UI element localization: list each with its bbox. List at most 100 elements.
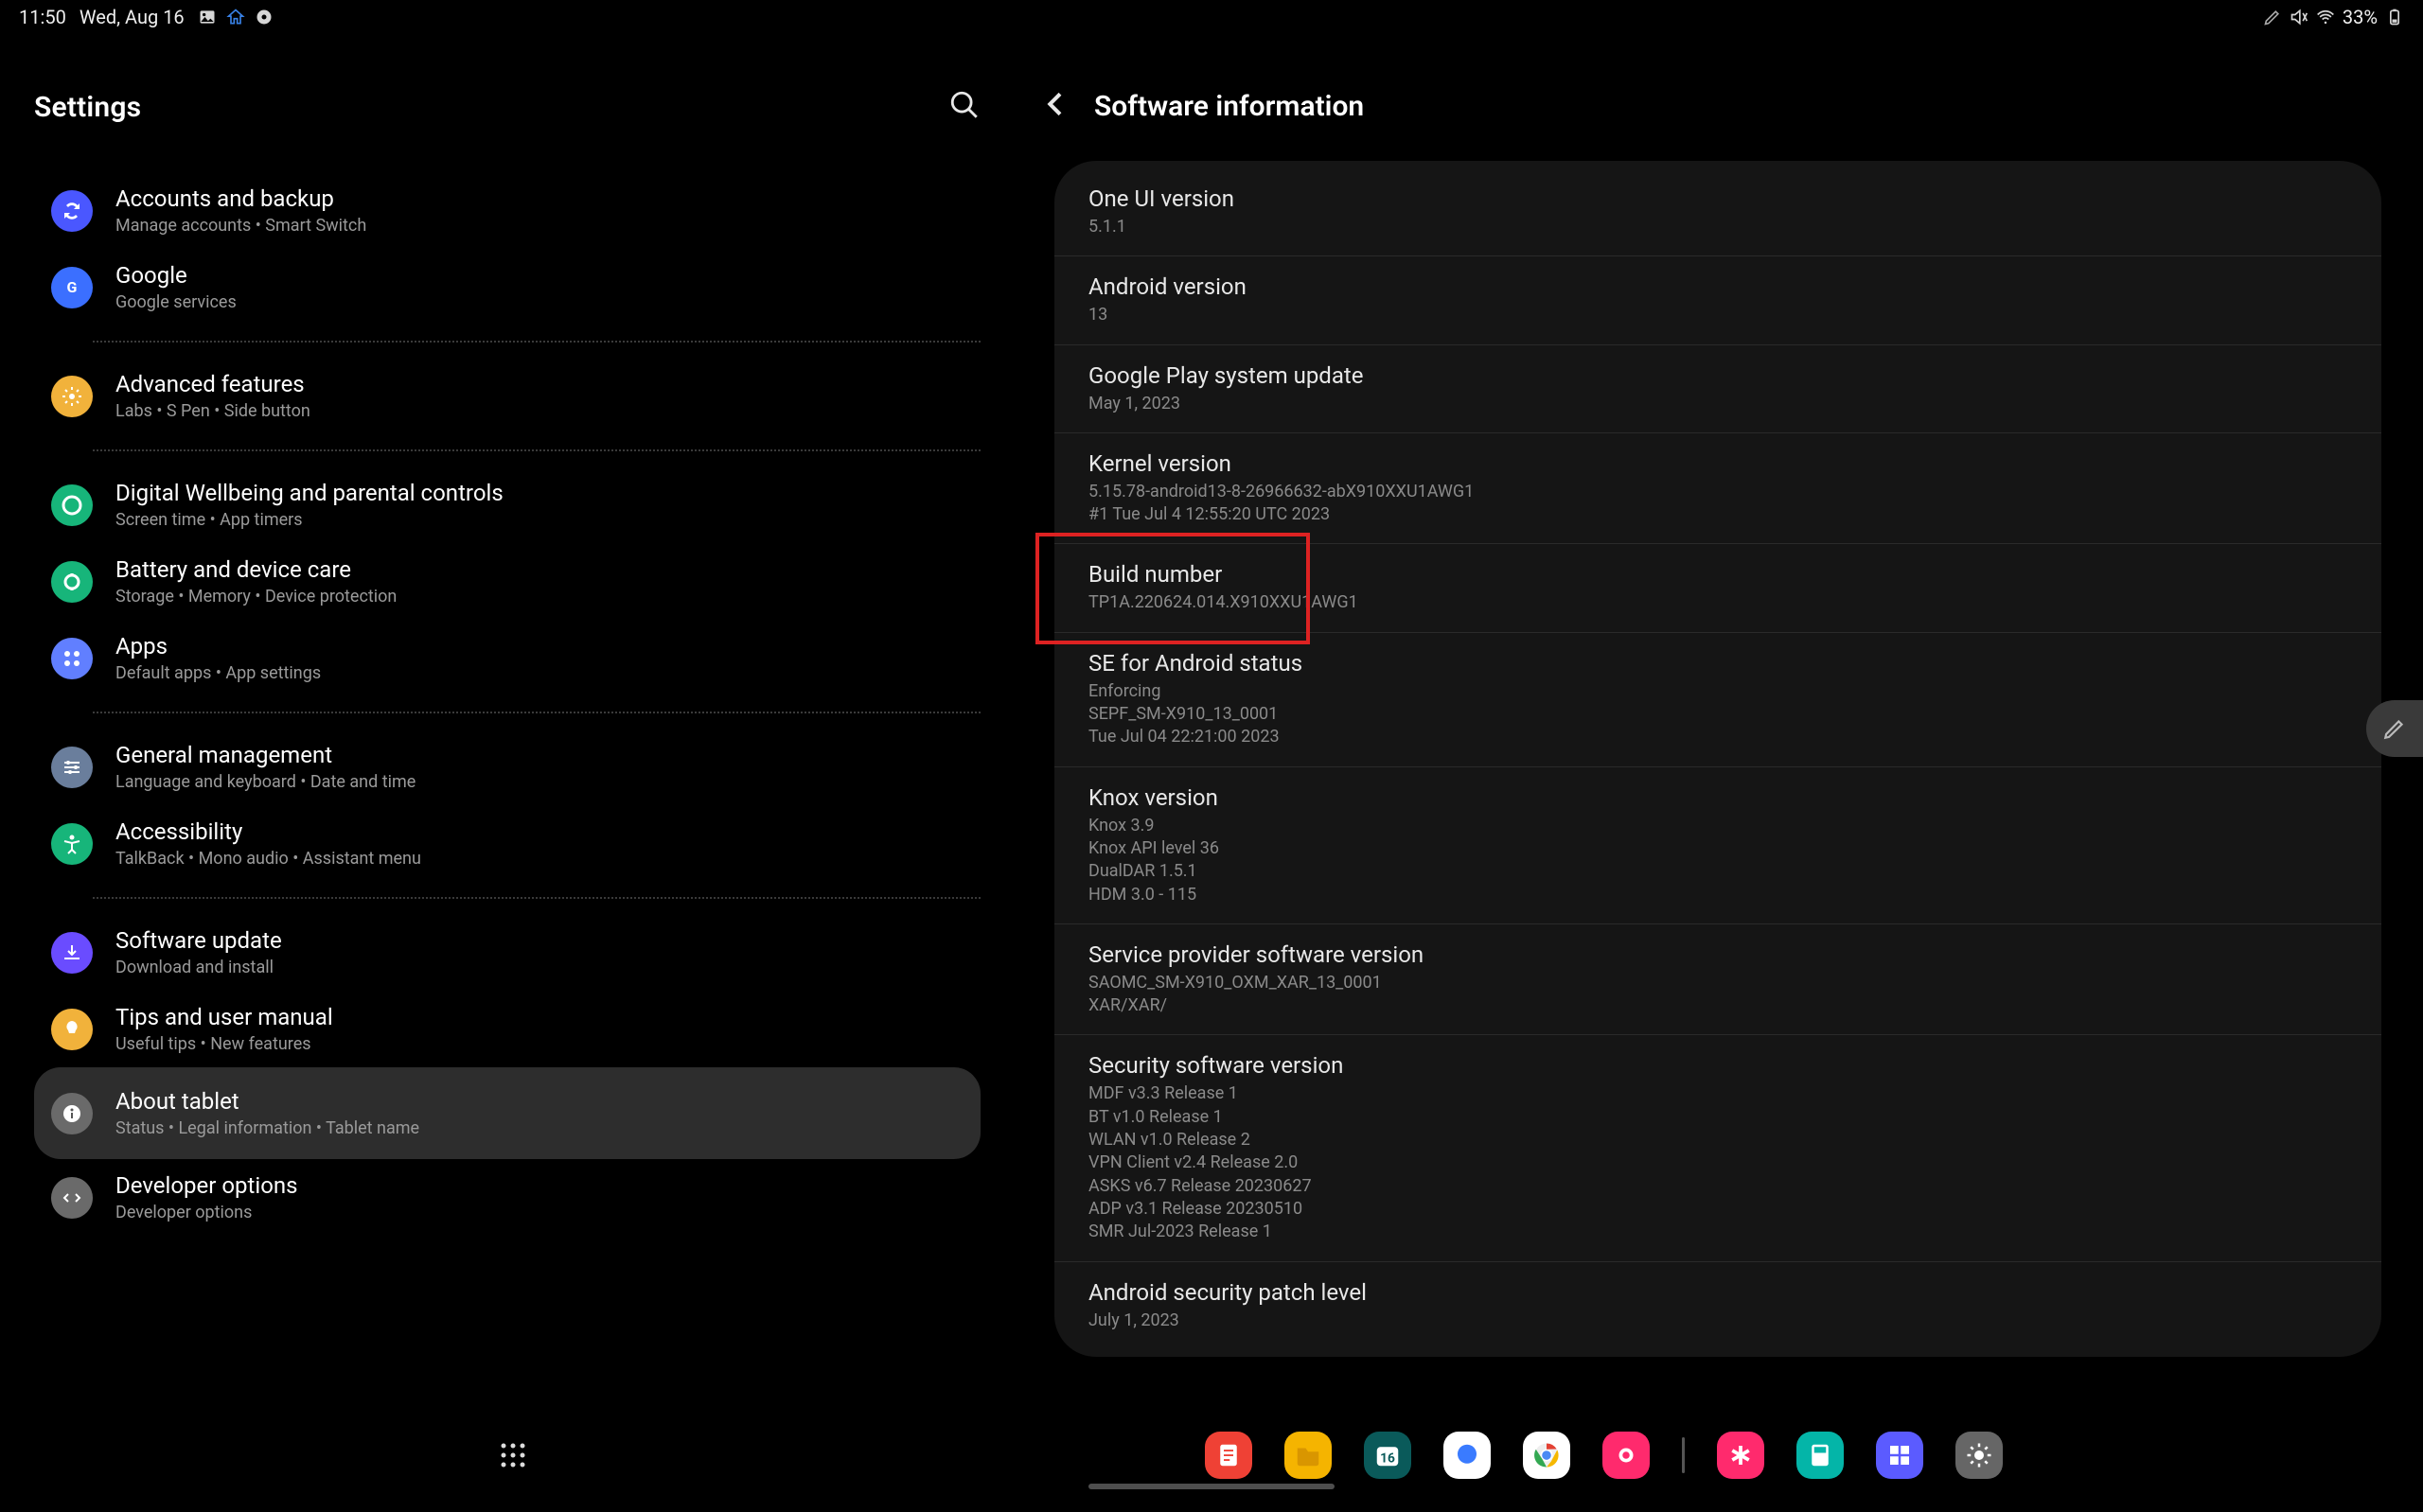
row-title: Kernel version — [1088, 450, 2347, 477]
settings-title: Settings — [34, 91, 141, 124]
item-title: Accounts and backup — [115, 185, 366, 212]
item-title: Apps — [115, 633, 321, 659]
item-subtitle: Useful tips • New features — [115, 1034, 333, 1054]
row-title: Knox version — [1088, 784, 2347, 811]
item-title: Software update — [115, 927, 282, 954]
info-row-kernel-version[interactable]: Kernel version 5.15.78-android13-8-269666… — [1054, 433, 2381, 545]
settings-item-advanced-features[interactable]: Advanced features Labs • S Pen • Side but… — [34, 358, 981, 434]
apps-icon — [51, 638, 93, 679]
item-title: Google — [115, 262, 237, 289]
item-subtitle: Default apps • App settings — [115, 663, 321, 683]
info-row-android-security-patch-level[interactable]: Android security patch levelJuly 1, 2023 — [1054, 1262, 2381, 1349]
svg-text:16: 16 — [1380, 1451, 1395, 1467]
item-subtitle: Status • Legal information • Tablet name — [115, 1118, 419, 1138]
item-title: Tips and user manual — [115, 1004, 333, 1030]
row-value: TP1A.220624.014.X910XXU1AWG1 — [1088, 591, 2347, 614]
notification-home-icon — [226, 8, 245, 26]
row-title: Build number — [1088, 561, 2347, 588]
item-title: About tablet — [115, 1088, 419, 1115]
nav-handle[interactable] — [1088, 1484, 1335, 1489]
row-title: Security software version — [1088, 1052, 2347, 1079]
row-title: Google Play system update — [1088, 362, 2347, 389]
info-row-knox-version[interactable]: Knox version Knox 3.9 Knox API level 36 D… — [1054, 767, 2381, 924]
battery-icon — [2385, 8, 2404, 26]
info-row-one-ui-version[interactable]: One UI version 5.1.1 — [1054, 168, 2381, 256]
item-subtitle: Google services — [115, 292, 237, 312]
status-time: 11:50 — [19, 6, 66, 28]
battery-percent: 33% — [2343, 6, 2378, 28]
dock-app-messages[interactable] — [1443, 1432, 1491, 1479]
divider — [93, 897, 981, 899]
wellbeing-icon — [51, 484, 93, 526]
settings-item-tips-and-user-manual[interactable]: Tips and user manual Useful tips • New fe… — [34, 991, 981, 1067]
row-title: Android version — [1088, 273, 2347, 300]
settings-item-google[interactable]: G Google Google services — [34, 249, 981, 325]
pen-icon — [2263, 8, 2282, 26]
row-value: 5.1.1 — [1088, 216, 2347, 238]
wifi-icon — [2316, 8, 2335, 26]
item-subtitle: Screen time • App timers — [115, 510, 504, 530]
item-subtitle: TalkBack • Mono audio • Assistant menu — [115, 849, 421, 869]
item-subtitle: Storage • Memory • Device protection — [115, 587, 397, 607]
settings-item-software-update[interactable]: Software update Download and install — [34, 914, 981, 991]
item-subtitle: Download and install — [115, 958, 282, 977]
dock-recent-asterisk[interactable] — [1717, 1432, 1764, 1479]
info-row-service-provider-software-version[interactable]: Service provider software versionSAOMC_S… — [1054, 924, 2381, 1036]
dock-recent-grid[interactable] — [1876, 1432, 1923, 1479]
gear-icon — [51, 376, 93, 417]
divider — [93, 712, 981, 713]
settings-item-apps[interactable]: Apps Default apps • App settings — [34, 620, 981, 696]
info-row-build-number[interactable]: Build number TP1A.220624.014.X910XXU1AWG1 — [1054, 544, 2381, 632]
svg-text:G: G — [67, 278, 78, 296]
dev-icon — [51, 1177, 93, 1219]
item-title: Digital Wellbeing and parental controls — [115, 480, 504, 506]
dock-app-camera[interactable] — [1602, 1432, 1650, 1479]
row-value: Knox 3.9 Knox API level 36 DualDAR 1.5.1… — [1088, 815, 2347, 906]
row-value: 13 — [1088, 304, 2347, 326]
update-icon — [51, 932, 93, 974]
info-row-security-software-version[interactable]: Security software versionMDF v3.3 Releas… — [1054, 1035, 2381, 1261]
settings-item-battery-and-device-care[interactable]: Battery and device careStorage • Memory … — [34, 543, 981, 620]
dock-recent-calc[interactable] — [1796, 1432, 1844, 1479]
item-subtitle: Language and keyboard • Date and time — [115, 772, 416, 792]
info-row-google-play-system-update[interactable]: Google Play system update May 1, 2023 — [1054, 345, 2381, 433]
info-row-se-for-android-status[interactable]: SE for Android statusEnforcing SEPF_SM-X… — [1054, 633, 2381, 767]
divider — [93, 449, 981, 451]
info-icon — [51, 1093, 93, 1134]
accessibility-icon — [51, 823, 93, 865]
row-title: Android security patch level — [1088, 1279, 2347, 1306]
item-subtitle: Manage accounts • Smart Switch — [115, 216, 366, 236]
row-value: May 1, 2023 — [1088, 393, 2347, 415]
settings-item-about-tablet[interactable]: About tablet Status • Legal information •… — [34, 1067, 981, 1159]
google-icon: G — [51, 267, 93, 308]
edit-fab[interactable] — [2366, 700, 2423, 757]
back-icon[interactable] — [1041, 89, 1071, 123]
row-value: 5.15.78-android13-8-26966632-abX910XXU1A… — [1088, 481, 2347, 527]
settings-item-accounts-and-backup[interactable]: Accounts and backup Manage accounts • Sma… — [34, 172, 981, 249]
dock-separator — [1682, 1437, 1685, 1473]
search-icon[interactable] — [948, 89, 981, 125]
apps-drawer-icon[interactable] — [497, 1439, 529, 1471]
settings-item-general-management[interactable]: General managementLanguage and keyboard … — [34, 729, 981, 805]
row-title: One UI version — [1088, 185, 2347, 212]
dock-app-notes[interactable] — [1205, 1432, 1252, 1479]
battery-icon — [51, 561, 93, 603]
item-title: Accessibility — [115, 818, 421, 845]
dock-app-calendar[interactable]: 16 — [1364, 1432, 1411, 1479]
status-date: Wed, Aug 16 — [80, 6, 185, 28]
page-title: Software information — [1094, 90, 1364, 123]
settings-item-developer-options[interactable]: Developer optionsDeveloper options — [34, 1159, 981, 1236]
row-value: SAOMC_SM-X910_OXM_XAR_13_0001 XAR/XAR/ — [1088, 972, 2347, 1018]
info-row-android-version[interactable]: Android version 13 — [1054, 256, 2381, 344]
mute-icon — [2290, 8, 2308, 26]
notification-settings-icon — [255, 8, 274, 26]
dock-app-files[interactable] — [1284, 1432, 1332, 1479]
sync-icon — [51, 190, 93, 232]
notification-image-icon — [198, 8, 217, 26]
dock-recent-settings[interactable] — [1955, 1432, 2003, 1479]
dock-app-chrome[interactable] — [1523, 1432, 1570, 1479]
settings-item-accessibility[interactable]: Accessibility TalkBack • Mono audio • Ass… — [34, 805, 981, 882]
item-title: Advanced features — [115, 371, 310, 397]
settings-item-digital-wellbeing-and-parental-controls[interactable]: Digital Wellbeing and parental controls S… — [34, 466, 981, 543]
item-subtitle: Labs • S Pen • Side button — [115, 401, 310, 421]
